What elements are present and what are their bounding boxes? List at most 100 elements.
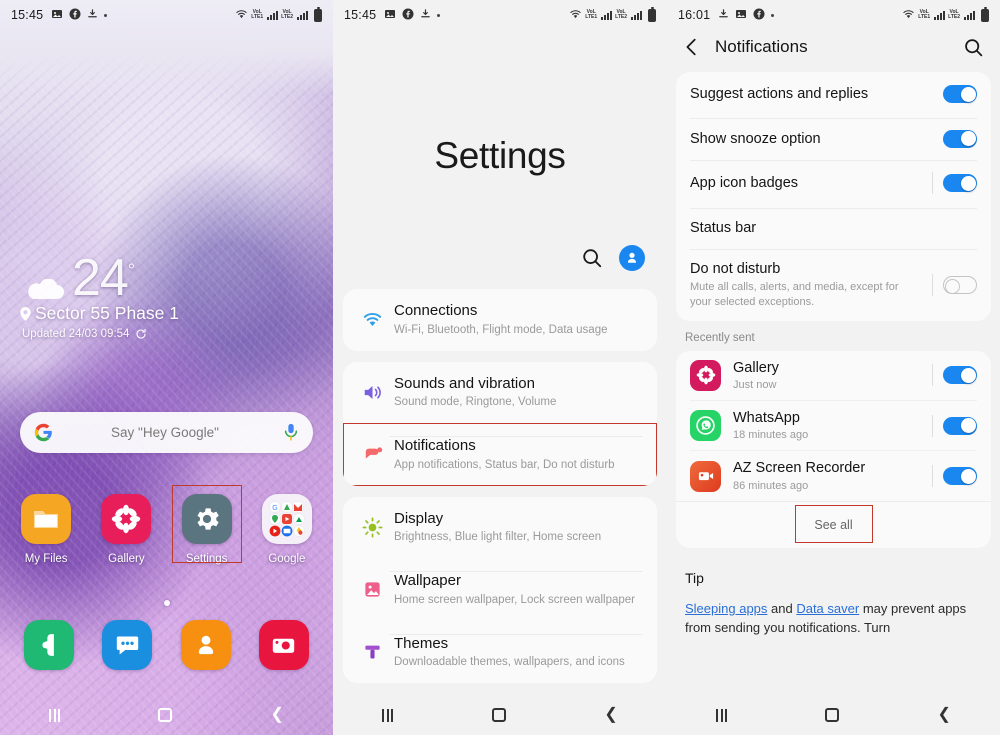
phone-screen-home: 15:45 VoL LTE1 VoL LTE2 24° Sector 55 Ph…: [0, 0, 333, 735]
status-time: 16:01: [678, 8, 711, 22]
row-label: Do not disturb: [690, 261, 781, 277]
gallery-icon: [101, 494, 152, 544]
signal-bars-1-icon: [934, 10, 946, 20]
home-icon[interactable]: [825, 708, 840, 722]
google-logo-icon: [34, 423, 52, 442]
app-my-files[interactable]: My Files: [8, 494, 84, 565]
settings-toolbar: [333, 245, 667, 271]
search-placeholder: Say "Hey Google": [111, 425, 219, 440]
settings-row-title: Sounds and vibration: [394, 374, 535, 392]
row-status-bar[interactable]: Status bar: [676, 205, 991, 249]
status-bar: 16:01 VoL LTE1 VoL LTE2: [667, 0, 1000, 30]
volte-lte2-icon: VoL LTE2: [615, 9, 627, 20]
status-bar: 15:45 VoL LTE1 VoL LTE2: [333, 0, 667, 30]
list-item[interactable]: AZ Screen Recorder 86 minutes ago: [676, 450, 991, 500]
wifi-icon: [235, 8, 248, 22]
photos-icon: [384, 8, 396, 23]
back-icon[interactable]: ❮: [604, 707, 617, 723]
settings-row-connections[interactable]: Connections Wi-Fi, Bluetooth, Flight mod…: [343, 289, 657, 351]
app-label: My Files: [24, 553, 68, 565]
recent-apps-icon[interactable]: [716, 708, 728, 722]
toggle-az-screen-recorder[interactable]: [943, 467, 977, 486]
app-settings[interactable]: Settings: [169, 485, 245, 565]
row-do-not-disturb[interactable]: Do not disturb Mute all calls, alerts, a…: [676, 249, 991, 321]
volte-lte2-icon: VoL LTE2: [281, 9, 293, 20]
search-icon[interactable]: [581, 247, 603, 269]
nav-bar: ❮: [667, 695, 1000, 735]
back-icon[interactable]: ❮: [270, 707, 283, 723]
settings-row-title: Wallpaper: [394, 572, 461, 590]
download-icon: [420, 8, 431, 23]
settings-row-display[interactable]: Display Brightness, Blue light filter, H…: [343, 497, 657, 559]
row-label: App icon badges: [690, 175, 799, 191]
dot-icon: [104, 13, 108, 17]
see-all-highlight-box: [794, 504, 873, 543]
home-app-row: My Files Gallery Settings G Google: [0, 485, 333, 565]
settings-row-subtitle: Brightness, Blue light filter, Home scre…: [394, 531, 602, 544]
toggle-suggest-actions[interactable]: [943, 85, 977, 103]
toggle-gallery[interactable]: [943, 366, 977, 385]
settings-group-sounds-notifications: Sounds and vibration Sound mode, Rington…: [343, 361, 657, 486]
row-app-icon-badges[interactable]: App icon badges: [676, 160, 991, 205]
settings-row-subtitle: Downloadable themes, wallpapers, and ico…: [394, 656, 625, 669]
list-item[interactable]: Gallery Just now: [676, 351, 991, 400]
app-gallery[interactable]: Gallery: [88, 494, 164, 565]
page-dot[interactable]: [163, 600, 170, 606]
link-data-saver[interactable]: Data saver: [796, 601, 859, 616]
contacts-icon[interactable]: [180, 620, 231, 670]
refresh-icon[interactable]: [135, 328, 147, 340]
row-show-snooze[interactable]: Show snooze option: [676, 116, 991, 160]
list-item[interactable]: WhatsApp 18 minutes ago: [676, 400, 991, 450]
facebook-icon: [69, 8, 81, 23]
search-icon[interactable]: [963, 37, 984, 58]
row-suggest-actions[interactable]: Suggest actions and replies: [676, 72, 991, 116]
link-sleeping-apps[interactable]: Sleeping apps: [685, 601, 767, 616]
recently-sent-card: Gallery Just now WhatsApp 18 minutes ago: [676, 350, 991, 548]
recent-apps-icon[interactable]: [49, 708, 61, 722]
toggle-whatsapp[interactable]: [943, 416, 977, 435]
gallery-icon: [690, 359, 721, 391]
account-avatar-icon[interactable]: [619, 245, 645, 271]
messages-icon[interactable]: [102, 620, 153, 670]
settings-row-subtitle: App notifications, Status bar, Do not di…: [394, 458, 615, 471]
facebook-icon: [402, 8, 414, 23]
settings-row-sounds-and-vibration[interactable]: Sounds and vibration Sound mode, Rington…: [343, 362, 657, 424]
home-icon[interactable]: [158, 708, 173, 722]
recently-sent-header: Recently sent: [685, 331, 755, 344]
nav-bar: ❮: [333, 695, 667, 735]
recent-apps-icon[interactable]: [382, 708, 394, 722]
row-label: Status bar: [690, 219, 757, 236]
microphone-icon[interactable]: [283, 423, 299, 442]
google-search-bar[interactable]: Say "Hey Google": [20, 412, 313, 453]
divider: [932, 172, 933, 194]
photos-icon: [51, 8, 63, 23]
home-dock: [0, 620, 333, 670]
weather-location: Sector 55 Phase 1: [20, 303, 179, 324]
signal-bars-1-icon: [267, 10, 279, 20]
toggle-do-not-disturb[interactable]: [943, 276, 977, 295]
app-name: WhatsApp: [733, 410, 800, 427]
dot-icon: [437, 13, 441, 17]
three-phone-screenshots: 15:45 VoL LTE1 VoL LTE2 24° Sector 55 Ph…: [0, 0, 1000, 735]
back-arrow-icon[interactable]: [681, 36, 703, 58]
volte-lte2-icon: VoL LTE2: [948, 9, 960, 20]
themes-icon: [356, 642, 389, 662]
settings-row-themes[interactable]: Themes Downloadable themes, wallpapers, …: [343, 621, 657, 684]
settings-row-subtitle: Home screen wallpaper, Lock screen wallp…: [394, 593, 635, 606]
signal-bars-2-icon: [631, 10, 642, 20]
toggle-app-icon-badges[interactable]: [943, 174, 977, 192]
settings-row-notifications[interactable]: Notifications App notifications, Status …: [343, 423, 657, 486]
settings-row-wallpaper[interactable]: Wallpaper Home screen wallpaper, Lock sc…: [343, 558, 657, 621]
home-icon[interactable]: [491, 708, 506, 722]
back-icon[interactable]: ❮: [937, 707, 950, 723]
weather-temperature: 24°: [72, 249, 135, 307]
phone-icon[interactable]: [24, 620, 75, 670]
camera-icon[interactable]: [258, 620, 309, 670]
battery-icon: [314, 6, 322, 22]
signal-bars-1-icon: [601, 10, 613, 20]
app-google-folder[interactable]: G Google: [249, 494, 325, 565]
speaker-icon: [356, 383, 389, 402]
whatsapp-icon: [690, 410, 721, 442]
settings-row-title: Display: [394, 509, 444, 527]
toggle-show-snooze[interactable]: [943, 129, 977, 148]
